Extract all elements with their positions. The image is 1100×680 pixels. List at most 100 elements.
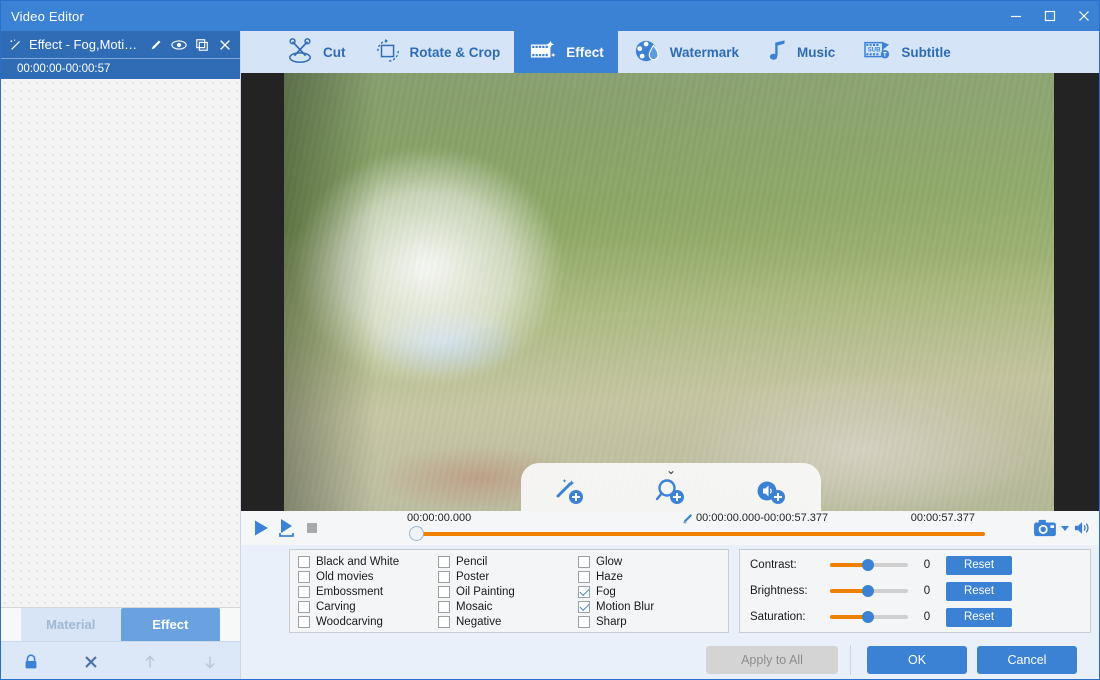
checkbox[interactable]	[438, 601, 450, 613]
add-zoom-icon[interactable]	[654, 477, 688, 507]
timeline-playhead[interactable]	[409, 526, 424, 541]
effect-negative[interactable]: Negative	[438, 616, 578, 628]
toolbar-item-music[interactable]: Music	[753, 31, 849, 73]
remove-icon[interactable]	[215, 35, 234, 55]
slider-knob[interactable]	[862, 611, 874, 623]
timeline-track[interactable]	[415, 532, 985, 536]
checkbox[interactable]	[438, 616, 450, 628]
checkbox[interactable]	[438, 586, 450, 598]
brightness-value: 0	[923, 585, 931, 597]
maximize-button[interactable]	[1033, 1, 1067, 31]
checkbox[interactable]	[298, 586, 310, 598]
toolbar-item-watermark[interactable]: Watermark	[618, 31, 753, 73]
play-button[interactable]	[251, 518, 271, 538]
move-up-icon[interactable]	[121, 653, 181, 671]
add-effect-icon[interactable]	[554, 477, 588, 507]
edit-pencil-icon[interactable]	[146, 35, 165, 55]
toolbar-item-effect[interactable]: Effect	[514, 31, 618, 73]
duplicate-icon[interactable]	[192, 35, 211, 55]
slider-knob[interactable]	[862, 585, 874, 597]
checkbox[interactable]	[438, 571, 450, 583]
svg-text:T: T	[883, 52, 887, 58]
effect-fog[interactable]: Fog	[578, 586, 718, 598]
eye-preview-icon[interactable]	[169, 35, 188, 55]
effect-oil-painting[interactable]: Oil Painting	[438, 586, 578, 598]
effect-pencil[interactable]: Pencil	[438, 556, 578, 568]
timeline[interactable]: 00:00:00.000 00:00:00.000-00:00:57.377 0…	[327, 511, 1033, 545]
subtitle-film-icon: SUB T	[863, 38, 893, 67]
video-canvas[interactable]	[284, 73, 1054, 511]
effect-label: Embossment	[316, 586, 384, 598]
brightness-slider[interactable]	[830, 584, 908, 598]
reset-brightness-button[interactable]: Reset	[946, 581, 1012, 601]
move-down-icon[interactable]	[180, 653, 240, 671]
effects-column-3: Glow Haze Fog Motion Blur Sharp	[578, 556, 718, 632]
window-titlebar: Video Editor	[1, 1, 1099, 31]
dialog-actions: Apply to All OK Cancel	[241, 639, 1099, 679]
saturation-slider[interactable]	[830, 610, 908, 624]
ok-button[interactable]: OK	[867, 646, 967, 674]
effect-haze[interactable]: Haze	[578, 571, 718, 583]
effect-carving[interactable]: Carving	[298, 601, 438, 613]
effect-label: Haze	[596, 571, 623, 583]
checkbox[interactable]	[298, 556, 310, 568]
checkbox[interactable]	[298, 616, 310, 628]
checkbox[interactable]	[578, 571, 590, 583]
apply-to-all-button[interactable]: Apply to All	[706, 646, 838, 674]
effects-column-1: Black and White Old movies Embossment Ca…	[298, 556, 438, 632]
add-audio-icon[interactable]	[754, 477, 788, 507]
checkbox[interactable]	[578, 556, 590, 568]
film-sparkle-icon	[528, 38, 558, 67]
edit-pencil-icon	[683, 514, 693, 524]
effect-glow[interactable]: Glow	[578, 556, 718, 568]
reset-saturation-button[interactable]: Reset	[946, 607, 1012, 627]
video-preview[interactable]: ⌄	[241, 73, 1099, 511]
camera-snapshot-icon[interactable]	[1033, 518, 1057, 538]
sidebar-clip-list[interactable]	[1, 79, 240, 608]
adjustment-label: Brightness:	[750, 585, 808, 597]
checkbox[interactable]	[438, 556, 450, 568]
effect-woodcarving[interactable]: Woodcarving	[298, 616, 438, 628]
close-button[interactable]	[1067, 1, 1099, 31]
effect-mosaic[interactable]: Mosaic	[438, 601, 578, 613]
effect-sharp[interactable]: Sharp	[578, 616, 718, 628]
cancel-button[interactable]: Cancel	[977, 646, 1077, 674]
actions-divider	[850, 645, 851, 675]
checkbox[interactable]	[298, 571, 310, 583]
stop-button[interactable]	[305, 521, 319, 535]
delete-icon[interactable]	[61, 653, 121, 671]
effect-label: Fog	[596, 586, 616, 598]
effect-black-and-white[interactable]: Black and White	[298, 556, 438, 568]
volume-icon[interactable]	[1073, 519, 1093, 537]
slider-knob[interactable]	[862, 559, 874, 571]
effect-poster[interactable]: Poster	[438, 571, 578, 583]
toolbar-item-subtitle[interactable]: SUB T Subtitle	[849, 31, 965, 73]
effect-label: Oil Painting	[456, 586, 515, 598]
effect-old-movies[interactable]: Old movies	[298, 571, 438, 583]
svg-text:SUB: SUB	[868, 47, 881, 53]
contrast-slider[interactable]	[830, 558, 908, 572]
effect-label: Black and White	[316, 556, 400, 568]
chevron-down-icon[interactable]: ⌄	[666, 464, 676, 476]
checkbox[interactable]	[578, 616, 590, 628]
reset-contrast-button[interactable]: Reset	[946, 555, 1012, 575]
lock-icon[interactable]	[1, 653, 61, 671]
minimize-button[interactable]	[999, 1, 1033, 31]
adjustment-saturation: Saturation: 0 Reset	[750, 606, 1082, 628]
snapshot-dropdown-icon[interactable]	[1060, 523, 1070, 533]
toolbar-item-rotate-crop[interactable]: Rotate & Crop	[360, 31, 515, 73]
playback-right-controls	[1033, 518, 1099, 538]
main-toolbar: Cut Rotate & Crop Effect Watermark Music…	[241, 31, 1099, 73]
checkbox[interactable]	[578, 586, 590, 598]
effect-embossment[interactable]: Embossment	[298, 586, 438, 598]
checkbox[interactable]	[578, 601, 590, 613]
sidebar-tab-effect[interactable]: Effect	[120, 608, 220, 641]
left-sidebar: Effect - Fog,Motion... 00:00:00-00:00:57…	[1, 31, 241, 679]
toolbar-label-effect: Effect	[566, 44, 604, 60]
toolbar-item-cut[interactable]: Cut	[271, 31, 360, 73]
checkbox[interactable]	[298, 601, 310, 613]
effect-motion-blur[interactable]: Motion Blur	[578, 601, 718, 613]
saturation-value: 0	[923, 611, 931, 623]
sidebar-tab-material[interactable]: Material	[21, 608, 121, 641]
play-selection-button[interactable]	[277, 517, 299, 539]
